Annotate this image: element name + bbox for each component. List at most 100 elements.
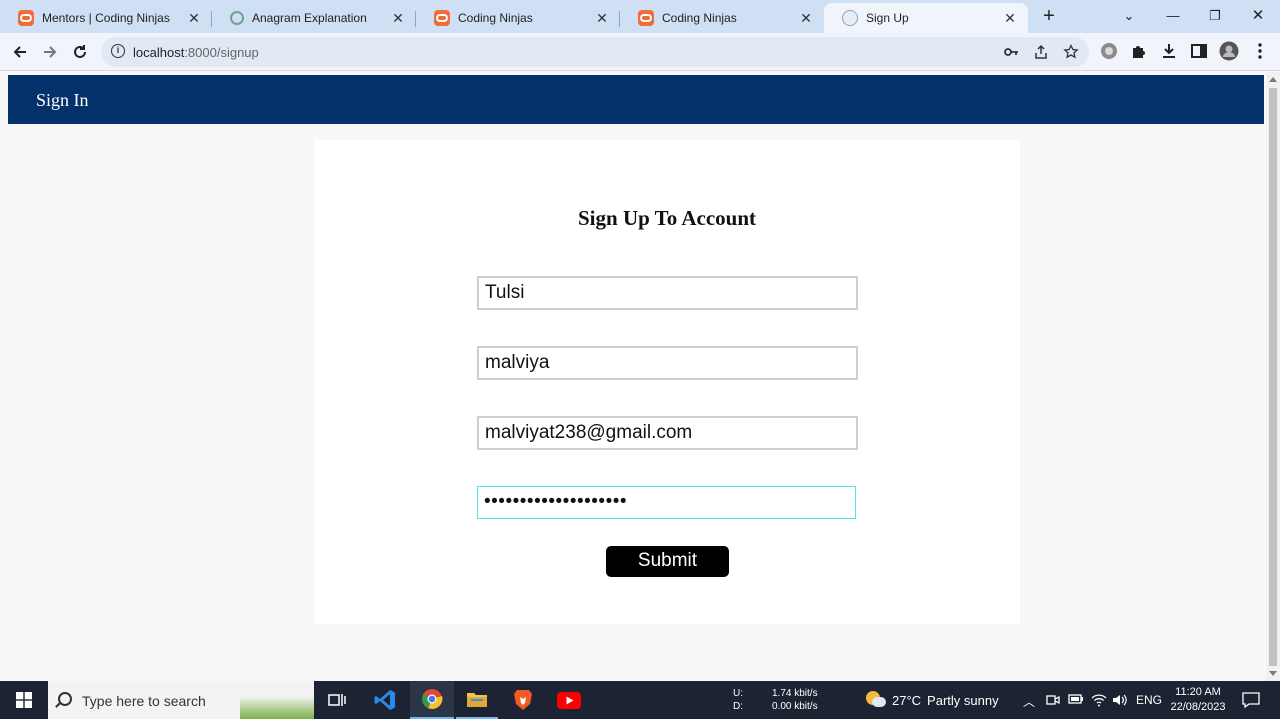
brave-taskbar-icon[interactable] [502,681,544,719]
clock-date: 22/08/2023 [1170,701,1226,713]
meet-glyph [1046,695,1060,705]
first-name-input[interactable]: Tulsi [477,276,858,310]
key-glyph [1004,48,1018,56]
browser-menu-icon[interactable] [1250,41,1270,61]
new-tab-button[interactable]: + [1036,4,1062,30]
url-path: :8000/signup [184,45,259,60]
share-icon[interactable] [1033,44,1049,60]
signup-card: Sign Up To Account Tulsi malviya malviya… [314,140,1020,624]
tab-title: Coding Ninjas [458,11,533,25]
download-icon[interactable] [1159,41,1179,61]
tab-strip: Mentors | Coding Ninjas ✕ Anagram Explan… [0,0,1280,33]
file-explorer-taskbar-icon[interactable] [456,681,498,719]
search-icon [58,692,72,706]
net-labels: U: D: [733,687,743,713]
wifi-glyph [1091,694,1107,707]
start-button[interactable] [0,681,48,719]
vscode-taskbar-icon[interactable] [364,681,406,719]
top-navbar: Sign In [8,75,1264,124]
taskbar-clock[interactable]: 11:20 AM 22/08/2023 [1166,685,1230,715]
youtube-taskbar-icon[interactable] [548,681,590,719]
partly-sunny-icon [866,691,886,709]
coding-ninjas-icon [638,10,654,26]
side-panel-icon[interactable] [1189,41,1209,61]
folder-glyph [467,693,487,707]
page-scrollbar[interactable] [1266,72,1280,681]
side-panel-glyph [1191,44,1207,58]
close-icon[interactable]: ✕ [1002,10,1018,26]
download-speed: 0.00 kbit/s [772,701,818,712]
last-name-input[interactable]: malviya [477,346,858,380]
site-info-icon[interactable]: i [111,44,125,58]
extension-avatar-glyph [1101,43,1117,59]
tab-title: Anagram Explanation [252,11,367,25]
tab-title: Coding Ninjas [662,11,737,25]
arrow-left-icon [13,46,26,58]
coding-ninjas-icon [18,10,34,26]
close-icon[interactable]: ✕ [390,10,406,26]
url-host: localhost [133,45,185,60]
close-icon[interactable]: ✕ [798,10,814,26]
url-text[interactable]: localhost:8000/signup [133,45,259,60]
taskbar-search-box[interactable]: Type here to search [48,681,314,719]
windows-taskbar: Type here to search U: D: 1.74 kbit/s 0.… [0,681,1280,719]
address-bar[interactable]: i localhost:8000/signup [101,37,1089,67]
scrollbar-thumb[interactable] [1269,88,1277,666]
reload-button[interactable] [68,40,92,64]
password-mask: •••••••••••••••••••• [484,491,628,512]
email-input[interactable]: malviyat238@gmail.com [477,416,858,450]
windows-logo-icon [16,692,32,708]
key-icon[interactable] [1003,44,1019,60]
tab-title: Sign Up [866,11,909,25]
language-indicator[interactable]: ENG [1136,693,1162,707]
back-button[interactable] [8,40,32,64]
clock-time: 11:20 AM [1175,686,1221,698]
weather-temp: 27°C [892,692,922,708]
share-glyph [1035,44,1047,59]
window-close-button[interactable]: ✕ [1243,4,1273,28]
form-heading: Sign Up To Account [578,206,756,230]
arrow-right-icon [44,46,57,58]
tab-mentors[interactable]: Mentors | Coding Ninjas ✕ [0,3,212,33]
globe-icon [842,10,858,26]
close-icon[interactable]: ✕ [594,10,610,26]
volume-icon[interactable] [1112,693,1128,710]
puzzle-glyph [1133,46,1145,58]
chrome-taskbar-icon[interactable] [410,681,454,719]
tab-coding-ninjas-2[interactable]: Coding Ninjas ✕ [620,3,824,33]
scroll-down-arrow-icon[interactable] [1269,671,1277,676]
tab-coding-ninjas-1[interactable]: Coding Ninjas ✕ [416,3,620,33]
profile-avatar-icon[interactable] [1219,41,1239,61]
youtube-glyph [557,691,581,709]
vscode-glyph [374,690,395,710]
browser-toolbar: i localhost:8000/signup [0,33,1280,71]
forward-button[interactable] [38,40,62,64]
reload-icon [74,45,86,58]
task-view-icon[interactable] [318,681,356,719]
profile-glyph [1219,41,1239,61]
net-speed-values: 1.74 kbit/s 0.00 kbit/s [772,687,818,713]
scroll-up-arrow-icon[interactable] [1269,77,1277,82]
meet-now-icon[interactable] [1046,693,1060,710]
volume-glyph [1113,694,1127,706]
task-view-glyph [328,694,346,706]
close-icon[interactable]: ✕ [186,10,202,26]
coding-ninjas-icon [434,10,450,26]
battery-icon[interactable] [1068,693,1084,708]
password-input[interactable]: •••••••••••••••••••• [477,486,856,519]
weather-widget[interactable]: 27°C Partly sunny [866,691,999,709]
wifi-icon[interactable] [1091,693,1107,710]
sign-in-link[interactable]: Sign In [36,90,89,111]
tab-anagram[interactable]: Anagram Explanation ✕ [212,3,416,33]
notifications-icon[interactable] [1236,681,1266,719]
restore-button[interactable]: ❐ [1200,4,1230,28]
tray-chevron-up-icon[interactable]: ︿ [1023,693,1035,710]
minimize-button[interactable]: — [1158,4,1188,28]
extension-avatar-icon[interactable] [1099,41,1119,61]
brave-glyph [514,690,532,710]
extensions-puzzle-icon[interactable] [1129,41,1149,61]
submit-button[interactable]: Submit [606,546,729,577]
tab-search-chevron-icon[interactable]: ⌄ [1114,4,1144,28]
tab-sign-up[interactable]: Sign Up ✕ [824,3,1028,33]
bookmark-star-icon[interactable] [1063,44,1079,60]
